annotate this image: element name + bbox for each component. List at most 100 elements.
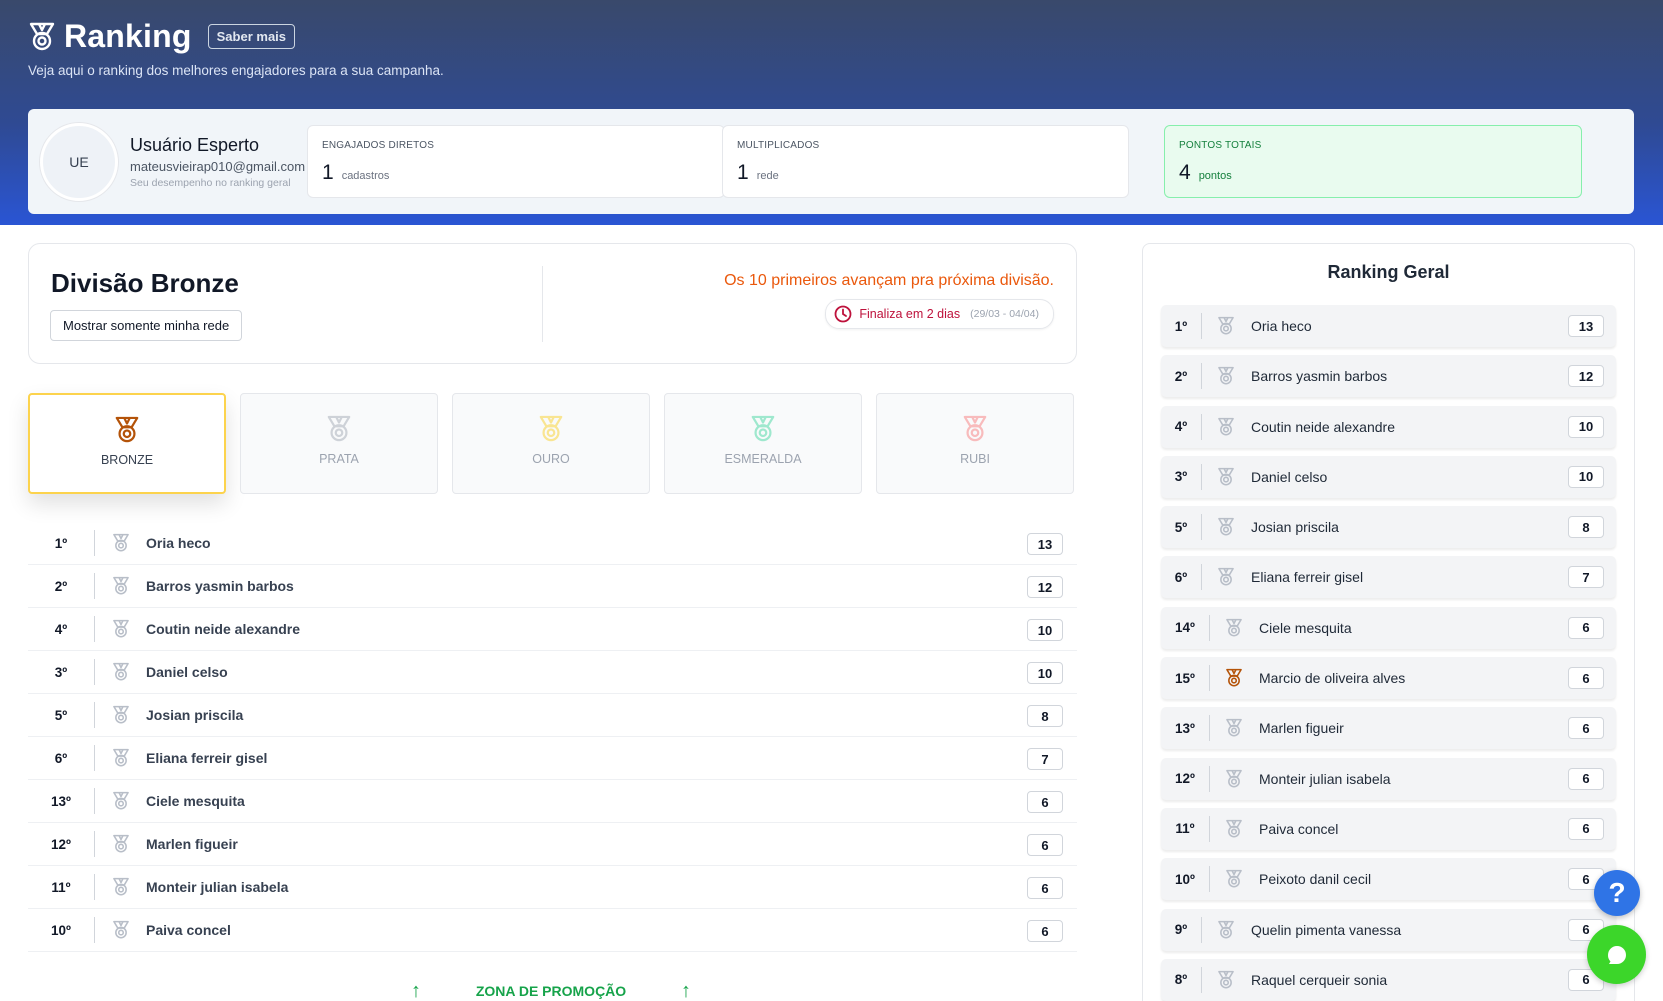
divider: [1209, 815, 1210, 842]
medal-icon: [1226, 618, 1242, 637]
divider: [1201, 564, 1202, 591]
medal-icon: [113, 877, 129, 896]
medal-icon: [1218, 970, 1234, 989]
participant-name: Paiva concel: [1259, 820, 1339, 837]
medal-icon: [1218, 518, 1234, 536]
medal-icon: [29, 22, 55, 50]
stat-unit: pontos: [1198, 170, 1232, 182]
medal-icon: [1218, 367, 1234, 385]
divider: [94, 831, 95, 857]
rank-position: 1º: [1174, 318, 1188, 334]
rank-position: 2º: [1174, 368, 1188, 384]
divider: [94, 702, 95, 728]
divider: [1209, 715, 1210, 742]
saber-mais-button[interactable]: Saber mais: [207, 24, 296, 49]
division-card: Divisão Bronze Mostrar somente minha red…: [28, 243, 1077, 364]
rank-position: 11º: [1175, 821, 1195, 837]
participant-name: Ciele mesquita: [146, 793, 245, 809]
rank-position: 8º: [1174, 972, 1188, 988]
tab-ouro[interactable]: OURO: [452, 393, 650, 494]
medal-icon: [113, 576, 129, 595]
participant-name: Marcio de oliveira alves: [1259, 670, 1406, 687]
divider: [94, 530, 95, 556]
user-name: Usuário Esperto: [130, 135, 260, 155]
table-row: 10º Paiva concel 6: [28, 909, 1077, 952]
participant-name: Josian priscila: [146, 707, 244, 723]
rank-position: 14º: [1175, 620, 1195, 636]
points-badge: 6: [1027, 791, 1063, 813]
list-item: 5º Josian priscila 8: [1161, 506, 1616, 549]
rank-position: 5º: [54, 707, 68, 723]
division-ranking-list: 1º Oria heco 13 2º Barros yasmin barbos 12 4º C…: [28, 522, 1077, 952]
tab-esmeralda[interactable]: ESMERALDA: [664, 393, 862, 494]
promotion-zone-label: ZONA DE PROMOÇÃO: [475, 983, 627, 999]
general-ranking-list: 1º Oria heco 13 2º Barros yasmin barbos 12 4º C…: [1161, 305, 1616, 1001]
points-badge: 8: [1027, 705, 1063, 727]
stat-value: 1: [737, 161, 749, 184]
medal-icon: [113, 748, 129, 767]
rank-position: 4º: [54, 621, 68, 637]
stat-value: 1: [322, 161, 334, 184]
tab-rubi[interactable]: RUBI: [876, 393, 1074, 494]
tab-bronze[interactable]: BRONZE: [28, 393, 226, 494]
points-badge: 10: [1027, 619, 1063, 641]
participant-name: Marlen figueir: [146, 836, 238, 852]
general-ranking-panel: Ranking Geral 1º Oria heco 13 2º Barros yasm…: [1142, 243, 1635, 1001]
list-item: 14º Ciele mesquita 6: [1161, 606, 1616, 649]
tab-label: OURO: [532, 452, 570, 466]
table-row: 2º Barros yasmin barbos 12: [28, 565, 1077, 608]
medal-icon: [113, 920, 129, 939]
points-badge: 6: [1568, 667, 1604, 690]
page-title: Ranking: [64, 18, 192, 54]
participant-name: Daniel celso: [146, 664, 228, 680]
stat-pontos-totais: PONTOS TOTAIS 4 pontos: [1164, 125, 1582, 198]
list-item: 1º Oria heco 13: [1161, 305, 1616, 347]
participant-name: Coutin neide alexandre: [1251, 418, 1395, 435]
participant-name: Oria heco: [1251, 318, 1312, 334]
rank-position: 4º: [1174, 419, 1188, 435]
general-ranking-title: Ranking Geral: [1327, 262, 1450, 282]
points-badge: 7: [1568, 566, 1604, 589]
list-item: 11º Paiva concel 6: [1161, 807, 1616, 850]
deadline-badge: Finaliza em 2 dias (29/03 - 04/04): [825, 299, 1054, 329]
points-badge: 7: [1027, 748, 1063, 770]
rank-position: 15º: [1175, 670, 1195, 686]
rank-position: 1º: [54, 535, 68, 551]
tab-prata[interactable]: PRATA: [240, 393, 438, 494]
chat-bubble-icon: [1607, 945, 1626, 964]
divider: [94, 874, 95, 900]
rank-position: 3º: [1174, 469, 1188, 485]
medal-icon: [1226, 870, 1242, 888]
participant-name: Raquel cerqueir sonia: [1251, 971, 1388, 988]
divider: [94, 616, 95, 642]
medal-icon: [1226, 668, 1242, 687]
medal-icon: [1218, 417, 1234, 436]
rank-position: 10º: [51, 922, 71, 938]
rank-position: 9º: [1174, 922, 1188, 938]
points-badge: 10: [1568, 415, 1604, 438]
promotion-notice: Os 10 primeiros avançam pra próxima divi…: [724, 272, 1054, 289]
medal-icon: [751, 415, 775, 442]
table-row: 13º Ciele mesquita 6: [28, 780, 1077, 823]
stat-multiplicados: MULTIPLICADOS 1 rede: [722, 125, 1129, 198]
list-item: 15º Marcio de oliveira alves 6: [1161, 657, 1616, 700]
medal-icon: [113, 834, 129, 853]
divider: [1201, 413, 1202, 440]
points-badge: 12: [1568, 365, 1604, 388]
help-button[interactable]: ?: [1594, 870, 1640, 916]
rank-position: 3º: [54, 664, 68, 680]
table-row: 5º Josian priscila 8: [28, 694, 1077, 737]
chat-button[interactable]: [1587, 925, 1646, 984]
arrow-up-icon: ↑: [681, 980, 691, 1001]
divider: [94, 659, 95, 685]
user-summary-card: UE Usuário Esperto mateusvieirap010@gmai…: [28, 109, 1634, 214]
divider: [1201, 363, 1202, 390]
participant-name: Eliana ferreir gisel: [146, 750, 268, 766]
show-my-network-button[interactable]: Mostrar somente minha rede: [50, 310, 243, 341]
rank-position: 12º: [1175, 771, 1195, 787]
points-badge: 6: [1568, 817, 1604, 840]
medal-icon: [1218, 568, 1234, 586]
table-row: 3º Daniel celso 10: [28, 651, 1077, 694]
rank-position: 6º: [54, 750, 68, 766]
medal-icon: [113, 662, 129, 681]
